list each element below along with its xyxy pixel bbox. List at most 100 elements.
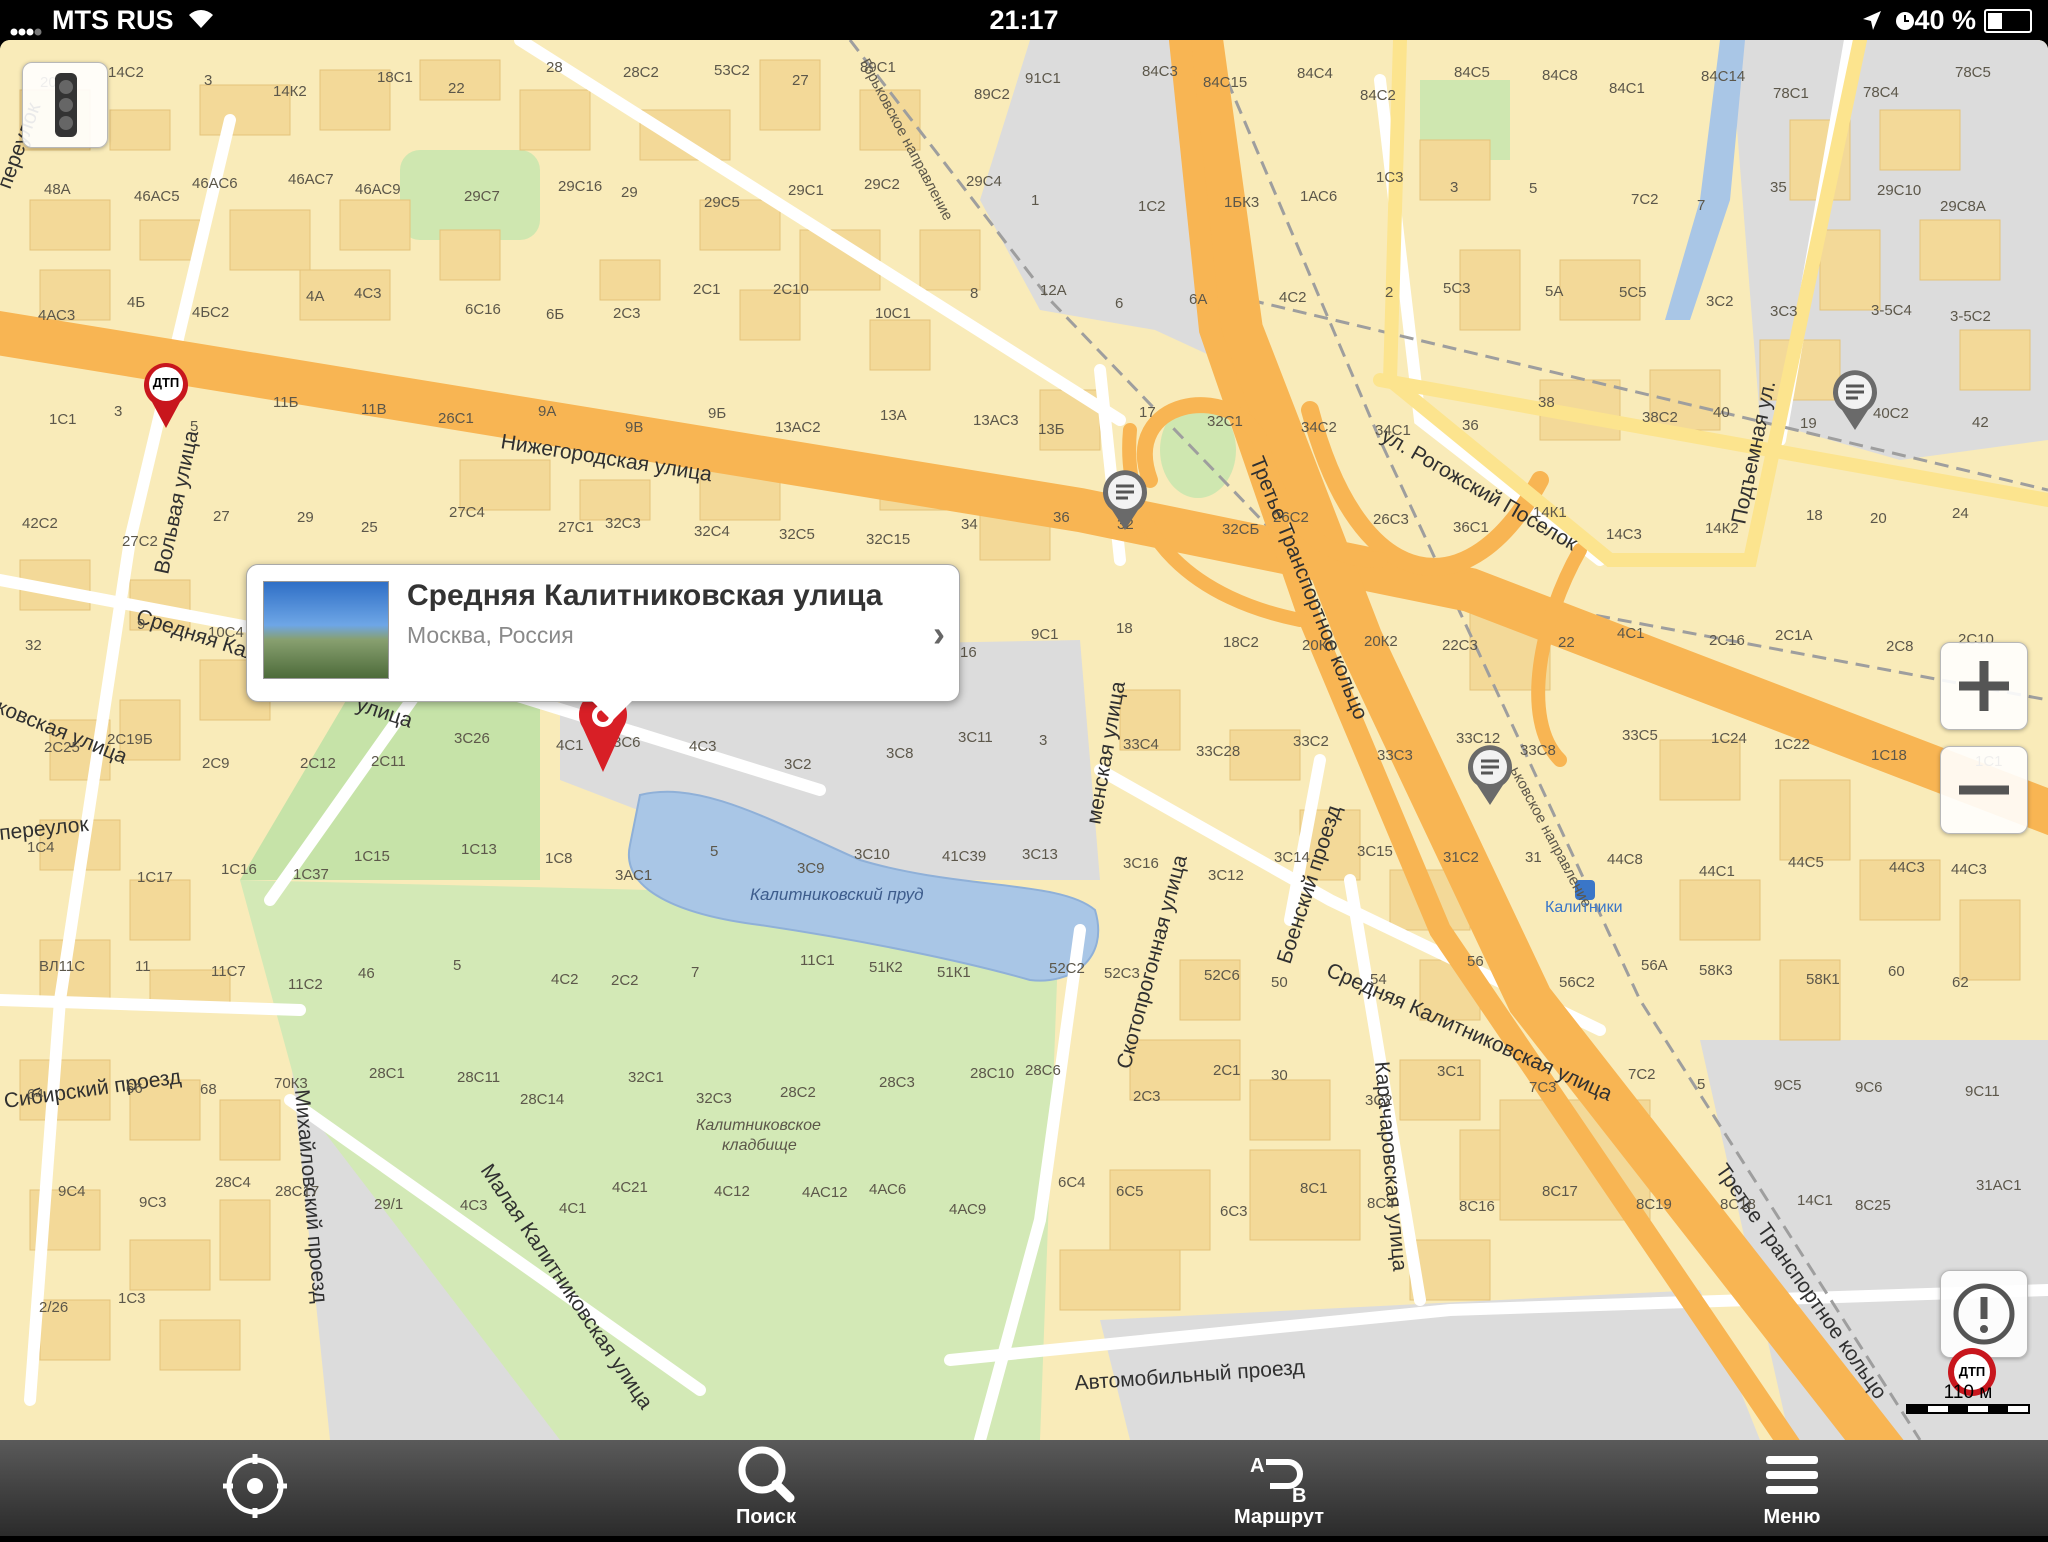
route-icon: A B <box>1250 1455 1306 1507</box>
building-number: 1С18 <box>1871 747 1907 764</box>
building-number: 1С1 <box>49 411 77 428</box>
route-button[interactable]: A B Маршрут <box>1218 1440 1340 1536</box>
building-number: 60 <box>1888 963 1905 980</box>
accident-label: ДТП <box>1958 1364 1986 1379</box>
comment-marker[interactable] <box>1465 745 1515 807</box>
building-number: 78С5 <box>1955 64 1991 81</box>
place-callout[interactable]: Средняя Калитниковская улица Москва, Рос… <box>246 564 960 721</box>
locate-me-button[interactable] <box>200 1440 310 1536</box>
building-number: 36 <box>1053 509 1070 526</box>
building-number: 40 <box>1713 404 1730 421</box>
building-number: 5 <box>1697 1076 1705 1093</box>
building-number: 3С11 <box>958 729 993 746</box>
building-number: 1АС6 <box>1300 188 1337 205</box>
building-number: 16 <box>960 644 977 661</box>
building-number: 91С1 <box>1025 70 1061 87</box>
building-number: 9С4 <box>58 1183 86 1200</box>
building-number: 68 <box>200 1081 217 1098</box>
comment-marker[interactable] <box>1830 370 1880 432</box>
building-number: 19 <box>1800 415 1817 432</box>
building-number: 11В <box>361 401 387 418</box>
building-number: 3 <box>1450 179 1458 196</box>
building-number: 46АС9 <box>355 181 401 198</box>
building-number: 32С5 <box>779 526 815 543</box>
bottom-toolbar: Поиск A B Маршрут Меню <box>0 1440 2048 1536</box>
scale-label: 110 м <box>1943 1382 1993 1403</box>
building-number: 34 <box>961 516 978 533</box>
building-number: 4С2 <box>551 971 579 988</box>
report-incident-button[interactable] <box>1940 1270 2028 1358</box>
building-number: 9С11 <box>1965 1083 2000 1100</box>
route-label: Маршрут <box>1233 1506 1325 1528</box>
building-number: 4С3 <box>689 738 717 755</box>
building-number: 9С1 <box>1031 626 1059 643</box>
building-number: 1С3 <box>1376 169 1404 186</box>
comment-marker[interactable] <box>1100 470 1150 532</box>
building-number: 24 <box>1952 505 1969 522</box>
search-button[interactable]: Поиск <box>710 1440 822 1536</box>
building-number: 53С2 <box>714 62 750 79</box>
map-view[interactable]: Нижегородская улица Третье Транспортное … <box>0 40 2048 1440</box>
map-canvas[interactable]: Нижегородская улица Третье Транспортное … <box>0 40 2048 1440</box>
plus-icon <box>1959 661 2009 711</box>
building-number: 11 <box>135 958 151 975</box>
building-number: 2/26 <box>39 1299 68 1316</box>
building-number: 33С5 <box>1622 727 1658 744</box>
panorama-thumbnail[interactable] <box>263 581 389 679</box>
menu-button[interactable]: Меню <box>1740 1440 1844 1536</box>
building-number: 2С3 <box>613 305 641 322</box>
building-number: 1БК3 <box>1224 194 1259 211</box>
zoom-out-button[interactable] <box>1940 746 2028 834</box>
building-number: 11С2 <box>288 976 323 993</box>
building-number: 14К2 <box>1705 520 1739 537</box>
building-number: 58К1 <box>1806 971 1840 988</box>
building-number: 84С2 <box>1360 87 1396 104</box>
zoom-in-button[interactable] <box>1940 642 2028 730</box>
building-number: 32С1 <box>1207 413 1243 430</box>
building-number: 20 <box>1870 510 1887 527</box>
building-number: 9Б <box>708 405 726 422</box>
building-number: 2С11 <box>371 753 406 770</box>
building-number: 33С28 <box>1196 743 1240 760</box>
building-number: 32 <box>25 637 42 654</box>
building-number: 7С2 <box>1628 1066 1656 1083</box>
cemetery-label-line1: Калитниковское <box>696 1117 821 1134</box>
building-number: 3-5С4 <box>1871 302 1912 319</box>
accident-marker[interactable]: ДТП <box>140 360 192 430</box>
building-number: 3АС1 <box>615 867 652 884</box>
traffic-button[interactable] <box>22 62 108 148</box>
building-number: 1С17 <box>137 869 173 886</box>
building-number: 58К3 <box>1699 962 1733 979</box>
route-a-label: A <box>1250 1455 1264 1477</box>
building-number: 7 <box>1697 197 1705 214</box>
building-number: 52С6 <box>1204 967 1240 984</box>
building-number: 5 <box>453 957 461 974</box>
chevron-right-icon[interactable]: › <box>933 613 945 655</box>
building-number: ВЛ11С <box>39 958 85 975</box>
building-number: 4БС2 <box>192 304 229 321</box>
building-number: 56А <box>1641 957 1668 974</box>
building-number: 28С10 <box>970 1065 1014 1082</box>
building-number: 3С2 <box>1706 293 1734 310</box>
building-number: 26С3 <box>1373 511 1409 528</box>
building-number: 6С5 <box>1116 1183 1144 1200</box>
building-number: 1С4 <box>27 839 55 856</box>
building-number: 28С2 <box>623 64 659 81</box>
building-number: 34С2 <box>1301 419 1337 436</box>
menu-icon <box>1766 1456 1818 1494</box>
building-number: 27 <box>213 508 230 525</box>
building-number: 38 <box>1538 394 1555 411</box>
building-number: 78С4 <box>1863 84 1899 101</box>
building-number: 17 <box>1139 404 1156 421</box>
building-number: 18С1 <box>377 69 413 86</box>
building-number: 22 <box>1558 634 1575 651</box>
building-number: 27С4 <box>449 504 485 521</box>
building-number: 4С3 <box>460 1197 488 1214</box>
building-number: 9В <box>625 419 643 436</box>
building-number: 5С3 <box>1443 280 1471 297</box>
building-number: 84С15 <box>1203 74 1247 91</box>
building-number: 3С15 <box>1357 843 1393 860</box>
building-number: 6 <box>1115 295 1123 312</box>
building-number: 11Б <box>273 394 299 411</box>
building-number: 2С12 <box>300 755 336 772</box>
